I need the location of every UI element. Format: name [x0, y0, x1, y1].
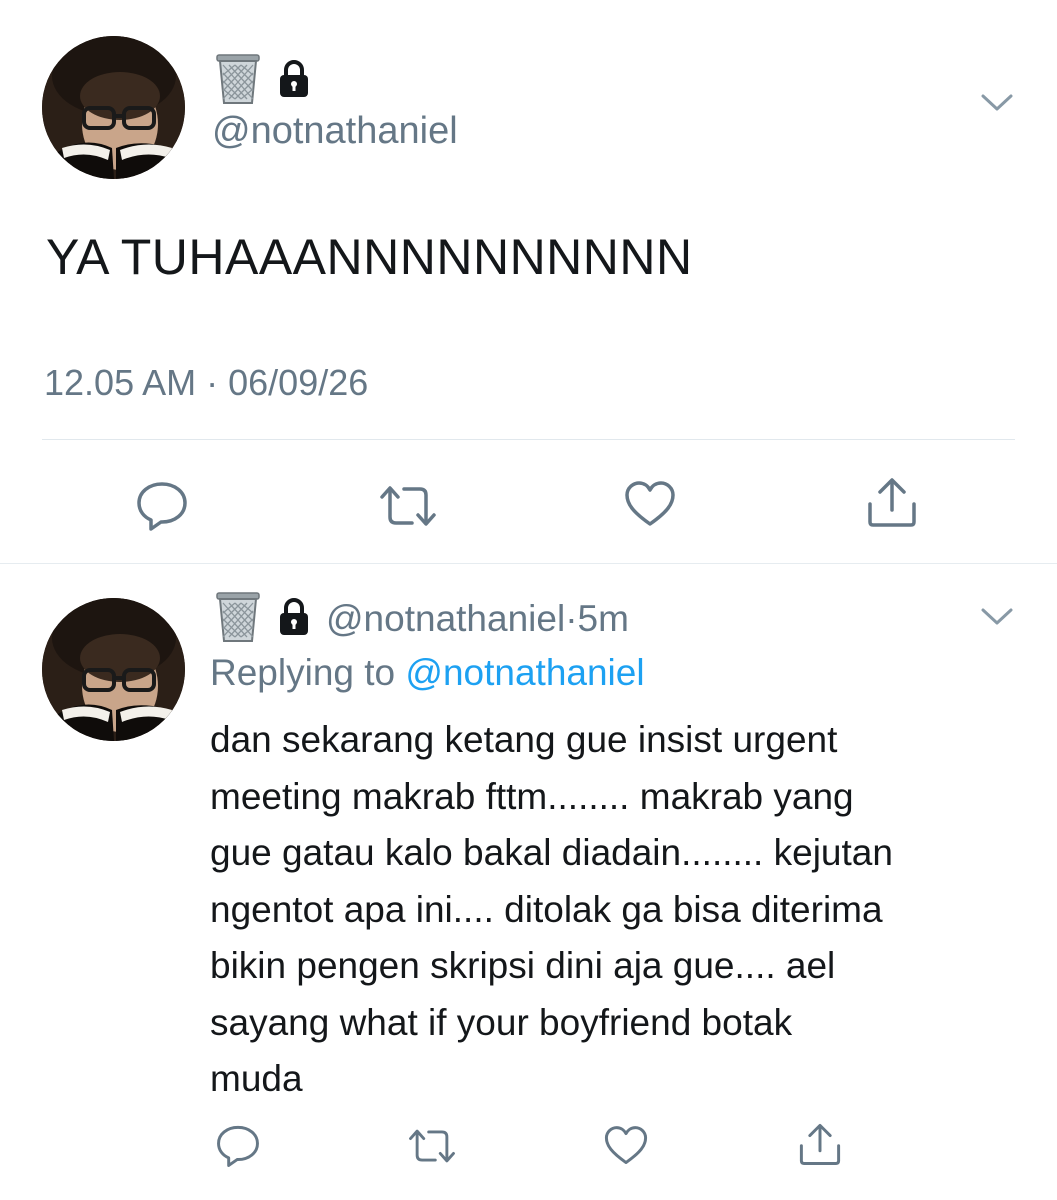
wastebasket-icon: [214, 591, 262, 648]
tweet-separator: [0, 563, 1057, 564]
lock-icon: [276, 59, 312, 104]
reply-text-line: ngentot apa ini.... ditolak ga bisa dite…: [210, 888, 883, 930]
share-icon: [865, 476, 919, 533]
reply-text-line: meeting makrab fttm........ makrab yang: [210, 775, 854, 817]
reply-handle-group: @notnathaniel·5m: [326, 598, 629, 640]
tweet-time: 12.05 AM: [44, 362, 197, 403]
reply-header[interactable]: @notnathaniel·5m: [214, 591, 629, 648]
reply-text-line: muda: [210, 1058, 303, 1099]
retweet-icon: [407, 1127, 457, 1170]
display-name[interactable]: [214, 53, 312, 110]
replying-mention-link[interactable]: @notnathaniel: [405, 652, 644, 693]
tweet-actions: [0, 470, 1057, 540]
tweet-timestamp[interactable]: 12.05 AM · 06/09/26: [44, 362, 368, 404]
reply-text: dan sekarang ketang gue insist urgent me…: [210, 712, 1020, 1108]
retweet-button[interactable]: [404, 1120, 460, 1176]
share-button[interactable]: [792, 1118, 848, 1174]
heart-icon: [623, 480, 677, 533]
reply-avatar[interactable]: [42, 598, 185, 741]
chevron-down-icon[interactable]: [980, 92, 1014, 119]
share-button[interactable]: [860, 472, 924, 536]
reply-dot: ·: [565, 598, 578, 639]
heart-icon: [603, 1125, 649, 1171]
like-button[interactable]: [618, 474, 682, 538]
reply-text-line: bikin pengen skripsi dini aja gue.... ae…: [210, 945, 836, 986]
replying-prefix: Replying to: [210, 652, 396, 693]
retweet-button[interactable]: [376, 476, 440, 540]
replying-to: Replying to @notnathaniel: [210, 652, 645, 694]
reply-button[interactable]: [210, 1120, 266, 1176]
main-tweet: @notnathaniel YA TUHAAANNNNNNNNNN 12.05 …: [0, 0, 1057, 560]
reply-button[interactable]: [130, 476, 194, 540]
reply-text-line: gue gatau kalo bakal diadain........ kej…: [210, 832, 893, 873]
tweet-text: YA TUHAAANNNNNNNNNN: [46, 229, 693, 285]
share-icon: [797, 1122, 843, 1171]
divider: [42, 439, 1015, 440]
user-handle[interactable]: @notnathaniel: [212, 110, 458, 153]
retweet-icon: [378, 483, 438, 534]
reply-icon: [215, 1124, 261, 1173]
reply-text-line: dan sekarang ketang gue insist urgent: [210, 719, 838, 760]
tweet-thread: @notnathaniel YA TUHAAANNNNNNNNNN 12.05 …: [0, 0, 1057, 1200]
lock-icon: [276, 597, 312, 642]
tweet-date: 06/09/26: [228, 362, 369, 403]
wastebasket-icon: [214, 53, 262, 110]
like-button[interactable]: [598, 1120, 654, 1176]
reply-age: 5m: [577, 598, 629, 639]
reply-actions: [0, 1118, 1057, 1182]
reply-user-handle[interactable]: @notnathaniel: [326, 598, 565, 639]
reply-icon: [135, 480, 189, 537]
avatar[interactable]: [42, 36, 185, 179]
chevron-down-icon[interactable]: [980, 606, 1014, 633]
reply-text-line: sayang what if your boyfriend botak: [210, 1001, 793, 1043]
meta-separator: ·: [206, 362, 219, 403]
